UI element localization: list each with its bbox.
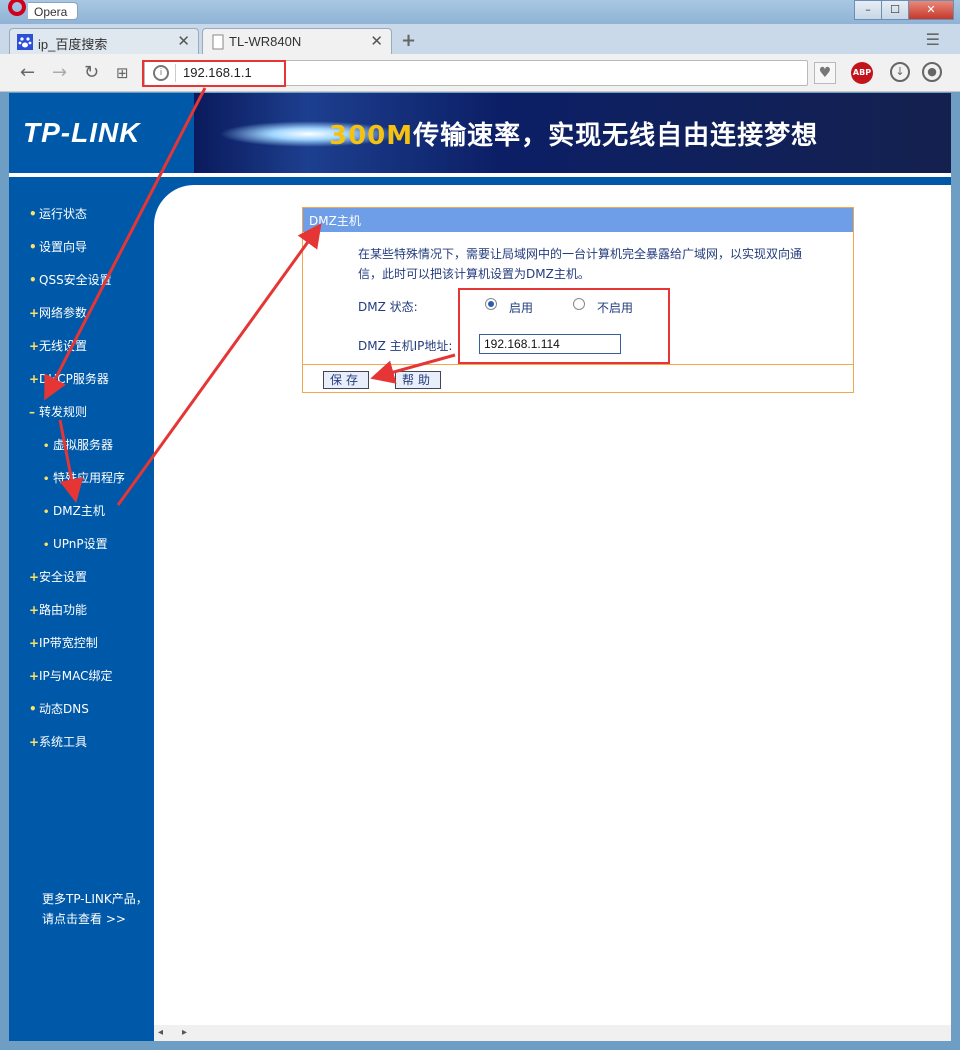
arrow-to-save	[370, 353, 456, 384]
arrow-to-dmz	[58, 419, 84, 503]
window-bottom-border	[0, 1041, 960, 1050]
arrow-to-panel	[116, 223, 322, 506]
annotation-arrows	[44, 87, 456, 506]
arrow-to-forwarding	[44, 87, 207, 401]
